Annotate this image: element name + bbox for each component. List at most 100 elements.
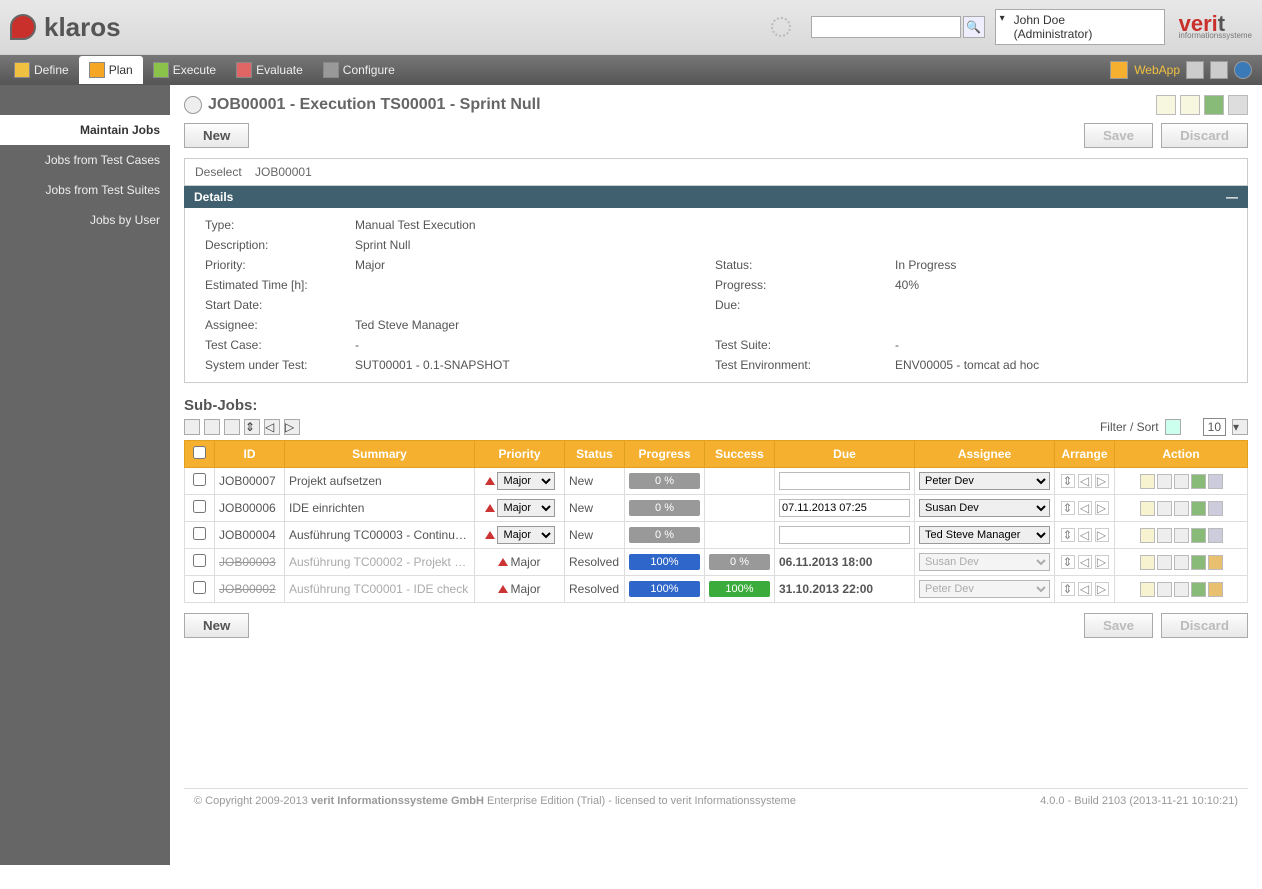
webapp-link[interactable]: WebApp [1134, 63, 1180, 77]
due-input[interactable] [779, 526, 910, 544]
row-checkbox[interactable] [193, 527, 206, 540]
arrange-sort-icon[interactable]: ⇕ [1061, 528, 1075, 542]
col-success[interactable]: Success [705, 441, 775, 468]
sort-icon[interactable]: ⇕ [244, 419, 260, 435]
nav-configure[interactable]: Configure [313, 56, 405, 84]
print-list-icon[interactable] [184, 419, 200, 435]
action-print-icon[interactable] [1157, 528, 1172, 543]
nav-execute[interactable]: Execute [143, 56, 226, 84]
col-summary[interactable]: Summary [285, 441, 475, 468]
col-arrange[interactable]: Arrange [1055, 441, 1115, 468]
col-status[interactable]: Status [565, 441, 625, 468]
new-button[interactable]: New [184, 123, 249, 148]
arrange-next-icon[interactable]: ▷ [1095, 555, 1109, 569]
arrange-prev-icon[interactable]: ◁ [1078, 555, 1092, 569]
action-delete-icon[interactable] [1191, 474, 1206, 489]
action-copy-icon[interactable] [1174, 501, 1189, 516]
row-checkbox[interactable] [193, 473, 206, 486]
edit-icon[interactable] [1156, 95, 1176, 115]
col-id[interactable]: ID [215, 441, 285, 468]
action-edit-icon[interactable] [1140, 528, 1155, 543]
save-button[interactable]: Save [1084, 123, 1153, 148]
action-clip-icon[interactable] [1208, 555, 1223, 570]
nav-evaluate[interactable]: Evaluate [226, 56, 313, 84]
filter-icon[interactable] [1165, 419, 1181, 435]
nav-plan[interactable]: Plan [79, 56, 143, 84]
new-button-bottom[interactable]: New [184, 613, 249, 638]
action-delete-icon[interactable] [1191, 555, 1206, 570]
next-page-icon[interactable]: ▷ [284, 419, 300, 435]
arrange-sort-icon[interactable]: ⇕ [1061, 474, 1075, 488]
discard-button[interactable]: Discard [1161, 123, 1248, 148]
action-edit-icon[interactable] [1140, 582, 1155, 597]
arrange-next-icon[interactable]: ▷ [1095, 474, 1109, 488]
page-size-dropdown-icon[interactable]: ▾ [1232, 419, 1248, 435]
arrange-next-icon[interactable]: ▷ [1095, 582, 1109, 596]
col-priority[interactable]: Priority [475, 441, 565, 468]
action-gear-icon[interactable] [1208, 528, 1223, 543]
action-edit-icon[interactable] [1140, 501, 1155, 516]
global-search-input[interactable] [811, 16, 961, 38]
filter-sort-link[interactable]: Filter / Sort [1100, 420, 1159, 434]
due-input[interactable] [779, 499, 910, 517]
action-clip-icon[interactable] [1208, 582, 1223, 597]
settings-icon[interactable] [1228, 95, 1248, 115]
action-print-icon[interactable] [1157, 501, 1172, 516]
action-edit-icon[interactable] [1140, 555, 1155, 570]
row-checkbox[interactable] [193, 581, 206, 594]
row-checkbox[interactable] [193, 500, 206, 513]
breadcrumb-deselect[interactable]: Deselect [195, 165, 242, 179]
prev-page-icon[interactable]: ◁ [264, 419, 280, 435]
toolbar-icon-2[interactable] [1210, 61, 1228, 79]
col-action[interactable]: Action [1115, 441, 1248, 468]
select-all-checkbox[interactable] [193, 446, 206, 459]
col-progress[interactable]: Progress [625, 441, 705, 468]
search-button[interactable]: 🔍 [963, 16, 985, 38]
action-copy-icon[interactable] [1174, 474, 1189, 489]
action-copy-icon[interactable] [1174, 582, 1189, 597]
toolbar-icon-1[interactable] [1186, 61, 1204, 79]
help-icon[interactable] [1234, 61, 1252, 79]
due-input[interactable] [779, 472, 910, 490]
assignee-select[interactable]: Peter Dev [919, 472, 1050, 490]
action-gear-icon[interactable] [1208, 501, 1223, 516]
priority-select[interactable]: Major [497, 499, 555, 517]
assignee-select[interactable]: Ted Steve Manager [919, 526, 1050, 544]
arrange-sort-icon[interactable]: ⇕ [1061, 501, 1075, 515]
save-button-bottom[interactable]: Save [1084, 613, 1153, 638]
assignee-select[interactable]: Susan Dev [919, 499, 1050, 517]
action-delete-icon[interactable] [1191, 582, 1206, 597]
action-delete-icon[interactable] [1191, 501, 1206, 516]
arrange-next-icon[interactable]: ▷ [1095, 528, 1109, 542]
action-copy-icon[interactable] [1174, 555, 1189, 570]
sidebar-item-jobs-from-test-suites[interactable]: Jobs from Test Suites [0, 175, 170, 205]
sidebar-item-jobs-from-test-cases[interactable]: Jobs from Test Cases [0, 145, 170, 175]
arrange-sort-icon[interactable]: ⇕ [1061, 582, 1075, 596]
arrange-prev-icon[interactable]: ◁ [1078, 582, 1092, 596]
arrange-prev-icon[interactable]: ◁ [1078, 501, 1092, 515]
action-gear-icon[interactable] [1208, 474, 1223, 489]
discard-button-bottom[interactable]: Discard [1161, 613, 1248, 638]
archive-list-icon[interactable] [204, 419, 220, 435]
sidebar-item-jobs-by-user[interactable]: Jobs by User [0, 205, 170, 235]
action-print-icon[interactable] [1157, 474, 1172, 489]
arrange-sort-icon[interactable]: ⇕ [1061, 555, 1075, 569]
col-due[interactable]: Due [775, 441, 915, 468]
arrange-prev-icon[interactable]: ◁ [1078, 474, 1092, 488]
print-icon[interactable] [1180, 95, 1200, 115]
action-delete-icon[interactable] [1191, 528, 1206, 543]
arrange-prev-icon[interactable]: ◁ [1078, 528, 1092, 542]
archive-icon[interactable] [1204, 95, 1224, 115]
row-checkbox[interactable] [193, 554, 206, 567]
sidebar-item-maintain-jobs[interactable]: Maintain Jobs [0, 115, 170, 145]
copy-list-icon[interactable] [224, 419, 240, 435]
user-dropdown[interactable]: John Doe (Administrator) [995, 9, 1165, 45]
priority-select[interactable]: Major [497, 472, 555, 490]
col-assignee[interactable]: Assignee [915, 441, 1055, 468]
arrange-next-icon[interactable]: ▷ [1095, 501, 1109, 515]
priority-select[interactable]: Major [497, 526, 555, 544]
action-edit-icon[interactable] [1140, 474, 1155, 489]
action-print-icon[interactable] [1157, 555, 1172, 570]
nav-define[interactable]: Define [4, 56, 79, 84]
action-print-icon[interactable] [1157, 582, 1172, 597]
